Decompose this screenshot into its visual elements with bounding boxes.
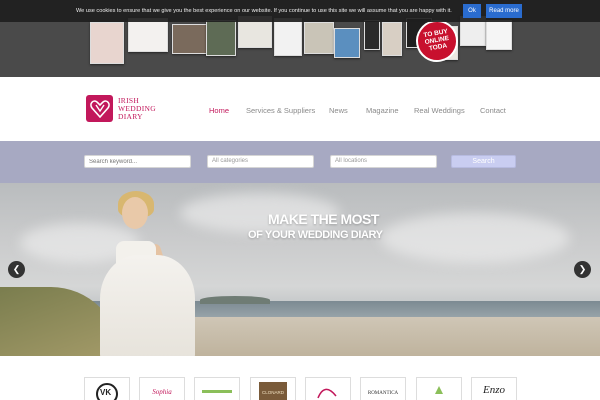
partner-logo[interactable]: Sophia (139, 377, 185, 400)
search-bar: All categories All locations Search (0, 141, 600, 183)
partner-logo[interactable]: CLONARD (250, 377, 296, 400)
partner-logo-label: VK (100, 388, 112, 397)
site-header: IRISH WEDDING DIARY Home Services & Supp… (0, 77, 600, 141)
magazine-page (172, 24, 208, 54)
magazine-page (304, 22, 334, 54)
partner-logo-label: Sophia (152, 388, 172, 396)
magazine-page (128, 18, 168, 52)
chevron-left-icon: ❮ (12, 264, 21, 274)
cookie-read-more-button[interactable]: Read more (486, 4, 522, 18)
partner-logo[interactable]: VK (84, 377, 130, 400)
bride-head (122, 197, 148, 229)
categories-select[interactable]: All categories (207, 155, 314, 168)
nav-item-services-suppliers[interactable]: Services & Suppliers (246, 106, 315, 115)
hero-slider: MAKE THE MOST OF YOUR WEDDING DIARY ❮ ❯ (0, 183, 600, 356)
nav-item-home[interactable]: Home (209, 106, 229, 115)
magazine-page (206, 20, 236, 56)
partner-logos-strip: VK Sophia CLONARD ROMANTICA Enzo (0, 356, 600, 400)
bride-dress (100, 255, 195, 356)
cookie-ok-button[interactable]: Ok (463, 4, 481, 18)
chevron-right-icon: ❯ (578, 264, 587, 274)
partner-logo-label: Enzo (483, 384, 505, 396)
cookie-notice-text: We use cookies to ensure that we give yo… (76, 8, 452, 14)
slider-prev-button[interactable]: ❮ (8, 261, 25, 278)
nav-item-magazine[interactable]: Magazine (366, 106, 399, 115)
partner-logo-label: CLONARD (259, 382, 287, 400)
partner-logo[interactable] (416, 377, 462, 400)
slider-next-button[interactable]: ❯ (574, 261, 591, 278)
magazine-page (274, 18, 302, 56)
partner-logo-mark (202, 390, 232, 393)
nav-item-real-weddings[interactable]: Real Weddings (414, 106, 465, 115)
partner-logo[interactable]: Enzo (471, 377, 517, 400)
search-keyword-input[interactable] (84, 155, 191, 168)
main-navigation: Home Services & Suppliers News Magazine … (0, 106, 600, 118)
partner-logo[interactable] (194, 377, 240, 400)
hero-subheadline: OF YOUR WEDDING DIARY (248, 229, 383, 241)
hero-headline: MAKE THE MOST (268, 211, 379, 227)
search-button[interactable]: Search (451, 155, 516, 168)
locations-select[interactable]: All locations (330, 155, 437, 168)
cloud (380, 213, 570, 263)
nav-item-news[interactable]: News (329, 106, 348, 115)
magazine-page (486, 20, 512, 50)
headland (200, 296, 270, 304)
magazine-cover (90, 22, 124, 64)
partner-logo[interactable] (305, 377, 351, 400)
partner-logo-label: ROMANTICA (367, 391, 399, 396)
nav-item-contact[interactable]: Contact (480, 106, 506, 115)
magazine-page (334, 28, 360, 58)
magazine-page (364, 20, 380, 50)
magazine-page (382, 22, 402, 56)
partner-logo[interactable]: ROMANTICA (360, 377, 406, 400)
